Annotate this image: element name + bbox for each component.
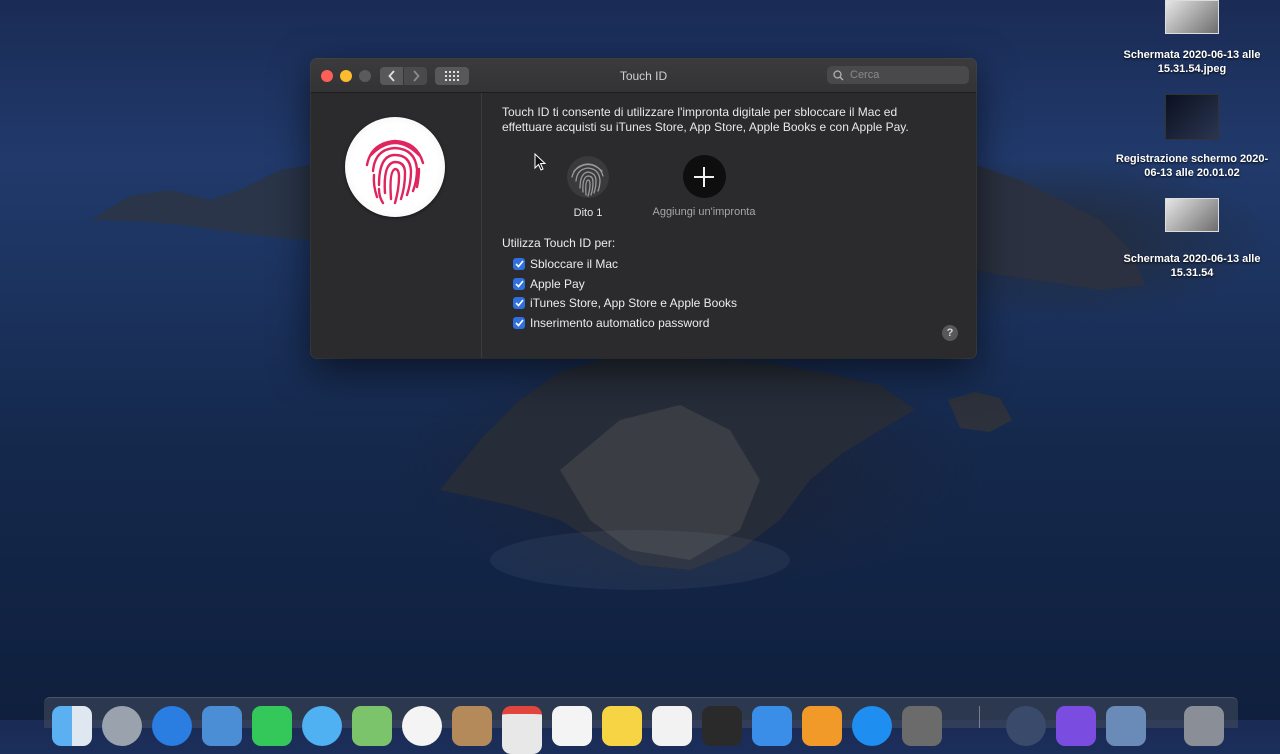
photos-icon[interactable]: [402, 706, 442, 746]
add-fingerprint-label: Aggiungi un'impronta: [652, 206, 756, 218]
fingerprint-icon: [566, 155, 610, 199]
touch-id-fingerprint-icon: [345, 117, 445, 217]
checkbox-checked[interactable]: [513, 278, 525, 290]
help-button[interactable]: ?: [942, 325, 958, 341]
checkmark-icon: [514, 280, 524, 288]
app-store-icon[interactable]: [852, 706, 892, 746]
desktop-icon-label: Schermata 2020-06-13 alle 15.31.54: [1123, 253, 1261, 279]
contacts-icon[interactable]: [452, 706, 492, 746]
image-thumbnail-icon: [1165, 0, 1219, 34]
checkmark-icon: [514, 260, 524, 268]
option-label: iTunes Store, App Store e Apple Books: [530, 296, 738, 310]
keynote-icon[interactable]: [752, 706, 792, 746]
mail-icon[interactable]: [202, 706, 242, 746]
option-label: Apple Pay: [530, 277, 585, 291]
search-input[interactable]: [848, 68, 962, 82]
fingerprint-item[interactable]: Dito 1: [538, 155, 638, 219]
checkmark-icon: [514, 299, 524, 307]
downloads-folder-icon[interactable]: [1106, 706, 1146, 746]
image-thumbnail-icon: [1165, 198, 1219, 232]
music-icon[interactable]: [652, 706, 692, 746]
calendar-icon[interactable]: [502, 706, 542, 754]
add-fingerprint-button[interactable]: Aggiungi un'impronta: [634, 155, 774, 218]
window-titlebar[interactable]: Touch ID: [311, 59, 976, 93]
fingerprint-label: Dito 1: [573, 207, 603, 219]
desktop-icon-screenshot[interactable]: Schermata 2020-06-13 alle 15.31.54: [1112, 198, 1272, 280]
desktop-icon-label: Registrazione schermo 2020-06-13 alle 20…: [1115, 153, 1269, 179]
add-icon: [682, 155, 726, 198]
fingerprint-icon: [365, 139, 425, 205]
notes-icon[interactable]: [602, 706, 642, 746]
search-field[interactable]: [827, 66, 969, 84]
launchpad-icon[interactable]: [102, 706, 142, 746]
option-label: Sbloccare il Mac: [530, 257, 619, 271]
messages-icon[interactable]: [302, 706, 342, 746]
search-icon: [833, 69, 844, 80]
option-apple-pay[interactable]: Apple Pay: [513, 277, 585, 291]
option-label: Inserimento automatico password: [530, 316, 710, 330]
mouse-cursor-icon: [534, 153, 546, 171]
sidebar: [311, 93, 482, 358]
option-password-autofill[interactable]: Inserimento automatico password: [513, 316, 709, 330]
reminders-icon[interactable]: [552, 706, 592, 746]
finder-icon[interactable]: [52, 706, 92, 746]
pages-icon[interactable]: [802, 706, 842, 746]
dock: [44, 697, 1238, 754]
desktop-icon-screenshot-jpeg[interactable]: Schermata 2020-06-13 alle 15.31.54.jpeg: [1112, 0, 1272, 76]
quicktime-icon[interactable]: [1006, 706, 1046, 746]
video-thumbnail-icon: [1165, 94, 1219, 140]
maps-icon[interactable]: [352, 706, 392, 746]
use-touch-id-heading: Utilizza Touch ID per:: [502, 236, 616, 250]
safari-icon[interactable]: [152, 706, 192, 746]
checkbox-checked[interactable]: [513, 317, 525, 329]
imovie-icon[interactable]: [1056, 706, 1096, 746]
checkbox-checked[interactable]: [513, 258, 525, 270]
desktop-icon-label: Schermata 2020-06-13 alle 15.31.54.jpeg: [1123, 49, 1261, 75]
option-unlock-mac[interactable]: Sbloccare il Mac: [513, 257, 618, 271]
checkmark-icon: [514, 319, 524, 327]
dock-separator: [979, 706, 980, 728]
touch-id-content: Touch ID ti consente di utilizzare l'imp…: [502, 93, 976, 358]
facetime-icon[interactable]: [252, 706, 292, 746]
trash-icon[interactable]: [1184, 706, 1224, 746]
desktop-icon-screen-recording[interactable]: Registrazione schermo 2020-06-13 alle 20…: [1112, 94, 1272, 180]
podcasts-icon[interactable]: [702, 706, 742, 746]
system-preferences-icon[interactable]: [902, 706, 942, 746]
intro-text: Touch ID ti consente di utilizzare l'imp…: [502, 105, 909, 134]
checkbox-checked[interactable]: [513, 297, 525, 309]
option-itunes-store[interactable]: iTunes Store, App Store e Apple Books: [513, 296, 737, 310]
touch-id-preferences-window: Touch ID Touch ID: [311, 59, 976, 358]
